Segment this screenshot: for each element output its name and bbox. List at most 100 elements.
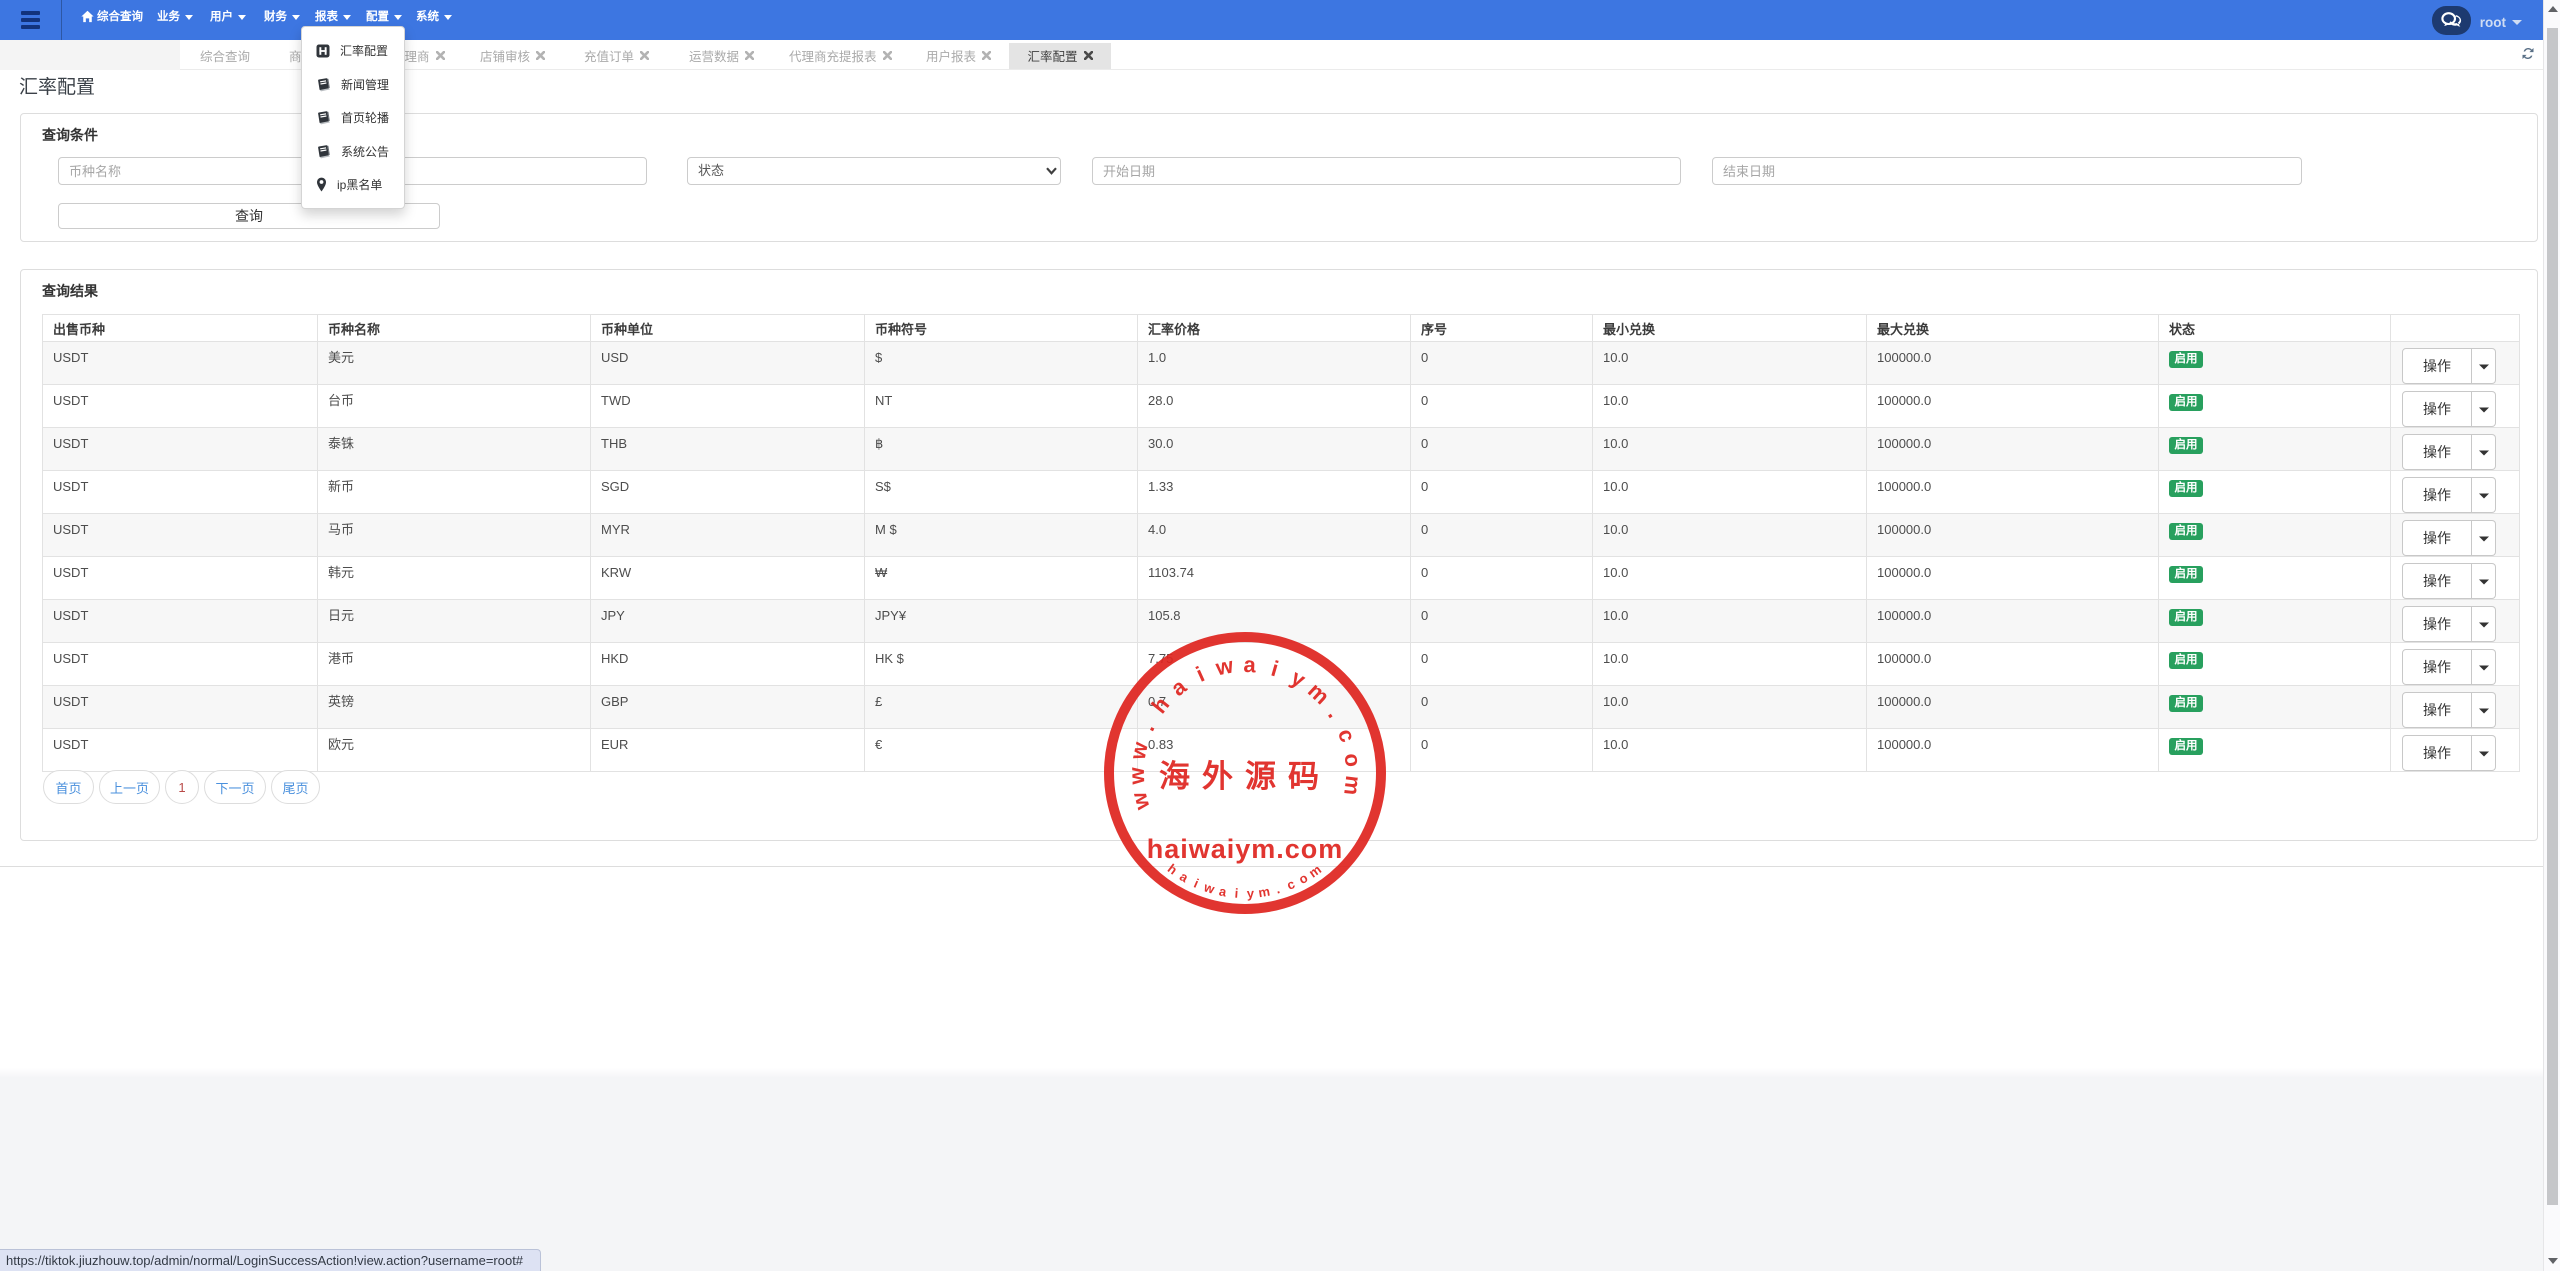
table-row-泰铢: USDT泰铢THB฿30.0010.0100000.0启用操作 <box>43 428 2520 471</box>
page-title: 汇率配置 <box>19 72 95 99</box>
table-row-马币: USDT马币MYRM $4.0010.0100000.0启用操作 <box>43 514 2520 557</box>
status-badge: 启用 <box>2169 695 2203 712</box>
caret-down-icon <box>343 15 351 20</box>
menu-item-系统公告[interactable]: 系统公告 <box>302 135 404 169</box>
tab-综合查询[interactable]: 综合查询 <box>200 40 250 70</box>
action-dropdown-toggle[interactable] <box>2472 434 2496 470</box>
cell: 0 <box>1411 557 1593 600</box>
end-date-input[interactable] <box>1712 157 2302 185</box>
close-icon[interactable] <box>436 51 445 60</box>
action-button[interactable]: 操作 <box>2402 606 2472 642</box>
tab-用户报表[interactable]: 用户报表 <box>926 40 991 70</box>
action-button[interactable]: 操作 <box>2402 692 2472 728</box>
nav-item-用户[interactable]: 用户 <box>210 0 246 32</box>
pagination-上一页[interactable]: 上一页 <box>99 770 160 804</box>
action-dropdown-toggle[interactable] <box>2472 391 2496 427</box>
action-dropdown-toggle[interactable] <box>2472 606 2496 642</box>
close-icon[interactable] <box>640 51 649 60</box>
cell: USDT <box>43 471 318 514</box>
action-dropdown-toggle[interactable] <box>2472 692 2496 728</box>
cell-status: 启用 <box>2159 514 2391 557</box>
cell-actions: 操作 <box>2391 514 2520 557</box>
action-button[interactable]: 操作 <box>2402 391 2472 427</box>
cell: 0 <box>1411 729 1593 772</box>
pagination-1[interactable]: 1 <box>165 770 199 804</box>
action-dropdown-toggle[interactable] <box>2472 477 2496 513</box>
action-button[interactable]: 操作 <box>2402 434 2472 470</box>
user-menu[interactable]: root <box>2480 15 2522 30</box>
cell: $ <box>865 342 1138 385</box>
hamburger-menu-icon[interactable] <box>21 11 40 29</box>
tab-充值订单[interactable]: 充值订单 <box>584 40 649 70</box>
cell: 马币 <box>318 514 591 557</box>
menu-item-新闻管理[interactable]: 新闻管理 <box>302 68 404 102</box>
action-button[interactable]: 操作 <box>2402 649 2472 685</box>
svg-text:m: m <box>1306 862 1324 881</box>
action-dropdown-toggle[interactable] <box>2472 735 2496 771</box>
scroll-up-arrow-icon[interactable] <box>2548 6 2558 12</box>
menu-item-ip黑名单[interactable]: ip黑名单 <box>302 168 404 202</box>
scrollbar-thumb[interactable] <box>2547 28 2558 1205</box>
column-header-汇率价格: 汇率价格 <box>1138 315 1411 342</box>
close-icon[interactable] <box>536 51 545 60</box>
pagination-尾页[interactable]: 尾页 <box>271 770 320 804</box>
tab-代理商充提报表[interactable]: 代理商充提报表 <box>789 40 892 70</box>
action-button[interactable]: 操作 <box>2402 735 2472 771</box>
action-button[interactable]: 操作 <box>2402 520 2472 556</box>
cell: 10.0 <box>1593 471 1867 514</box>
query-panel-label: 查询条件 <box>42 125 98 145</box>
action-button[interactable]: 操作 <box>2402 563 2472 599</box>
menu-item-首页轮播[interactable]: 首页轮播 <box>302 101 404 135</box>
cell: KRW <box>591 557 865 600</box>
tab-店铺审核[interactable]: 店铺审核 <box>480 40 545 70</box>
svg-text:y: y <box>1246 886 1255 901</box>
close-icon[interactable] <box>883 51 892 60</box>
cell: JPY¥ <box>865 600 1138 643</box>
cell: 0 <box>1411 686 1593 729</box>
close-icon[interactable] <box>1084 51 1093 60</box>
action-button[interactable]: 操作 <box>2402 477 2472 513</box>
refresh-icon[interactable] <box>2522 48 2534 59</box>
column-header <box>2391 315 2520 342</box>
navbar-right: root <box>2432 0 2522 40</box>
action-dropdown-toggle[interactable] <box>2472 348 2496 384</box>
nav-item-综合查询[interactable]: 综合查询 <box>81 0 143 32</box>
nav-item-系统[interactable]: 系统 <box>416 0 452 32</box>
pagination-下一页[interactable]: 下一页 <box>204 770 266 804</box>
nav-item-业务[interactable]: 业务 <box>157 0 193 32</box>
result-panel-label: 查询结果 <box>42 281 98 301</box>
nav-item-财务[interactable]: 财务 <box>264 0 300 32</box>
menu-item-汇率配置[interactable]: 汇率配置 <box>302 34 404 68</box>
cell: 10.0 <box>1593 342 1867 385</box>
tab-运营数据[interactable]: 运营数据 <box>689 40 754 70</box>
cell: 0 <box>1411 385 1593 428</box>
cell: 1103.74 <box>1138 557 1411 600</box>
scroll-down-arrow-icon[interactable] <box>2548 1258 2558 1264</box>
table-row-日元: USDT日元JPYJPY¥105.8010.0100000.0启用操作 <box>43 600 2520 643</box>
tab-汇率配置[interactable]: 汇率配置 <box>1009 43 1111 69</box>
action-dropdown-toggle[interactable] <box>2472 563 2496 599</box>
browser-status-bar: https://tiktok.jiuzhouw.top/admin/normal… <box>0 1249 541 1271</box>
cell: TWD <box>591 385 865 428</box>
scrollbar[interactable] <box>2543 0 2560 1271</box>
status-badge: 启用 <box>2169 394 2203 411</box>
cell: GBP <box>591 686 865 729</box>
cell-status: 启用 <box>2159 471 2391 514</box>
tab-bar-lead-block <box>0 40 180 70</box>
chat-button[interactable] <box>2432 6 2471 35</box>
cell: 0 <box>1411 643 1593 686</box>
svg-text:o: o <box>1296 870 1310 887</box>
caret-down-icon <box>292 15 300 20</box>
status-select[interactable]: 状态 <box>687 157 1061 185</box>
pagination-首页[interactable]: 首页 <box>43 770 94 804</box>
action-button[interactable]: 操作 <box>2402 348 2472 384</box>
cell: 新币 <box>318 471 591 514</box>
start-date-input[interactable] <box>1092 157 1681 185</box>
action-dropdown-toggle[interactable] <box>2472 520 2496 556</box>
close-icon[interactable] <box>982 51 991 60</box>
cell: 10.0 <box>1593 557 1867 600</box>
close-icon[interactable] <box>745 51 754 60</box>
cell: USDT <box>43 600 318 643</box>
action-dropdown-toggle[interactable] <box>2472 649 2496 685</box>
page-bottom-background <box>0 1068 2543 1271</box>
